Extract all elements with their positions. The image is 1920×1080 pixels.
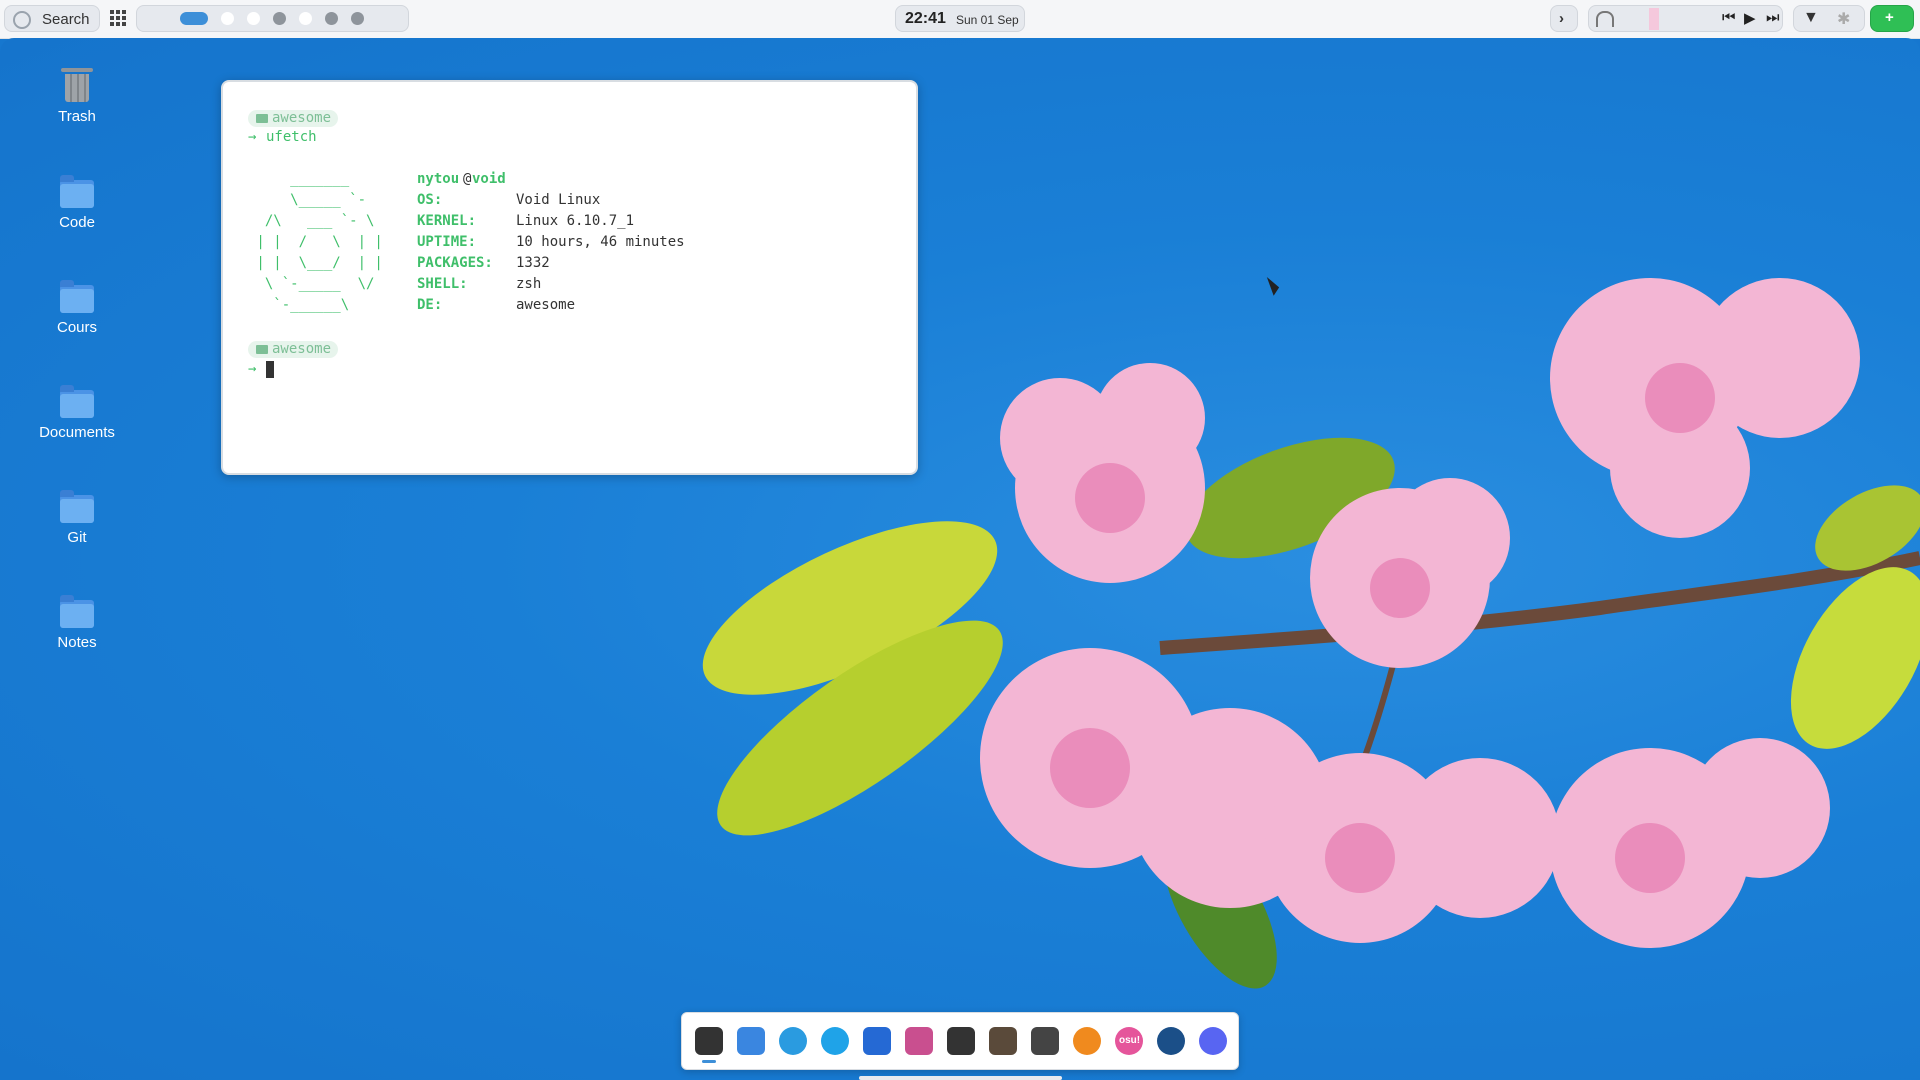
- clock-time: 22:41: [905, 10, 946, 27]
- tasks-app-icon[interactable]: [905, 1027, 933, 1055]
- workspace-5[interactable]: [299, 12, 312, 25]
- fetch-user: nytou: [417, 171, 460, 187]
- search-button[interactable]: Search: [4, 5, 100, 32]
- fetch-host: void: [472, 171, 506, 187]
- command-text: ufetch: [266, 129, 317, 145]
- next-icon[interactable]: ⏭: [1766, 9, 1780, 26]
- media-widget: ⏮ ▶ ⏭: [1588, 5, 1783, 32]
- workspace-2[interactable]: [221, 12, 234, 25]
- desktop-icon-label: Documents: [39, 424, 115, 441]
- search-label: Search: [42, 11, 90, 28]
- bluetooth-icon[interactable]: ✱: [1837, 9, 1850, 29]
- unity-app-icon[interactable]: [947, 1027, 975, 1055]
- workspace-6[interactable]: [325, 12, 338, 25]
- fetch-key: OS:: [417, 192, 443, 208]
- terminal-window[interactable]: awesome → ufetch _______ \_____ `- /\ __…: [221, 80, 918, 475]
- desktop-icon-trash[interactable]: Trash: [34, 68, 120, 125]
- play-icon[interactable]: ▶: [1744, 9, 1756, 27]
- desktop-icon-label: Notes: [57, 634, 97, 651]
- fetch-value: 1332: [516, 255, 550, 271]
- fetch-key: PACKAGES:: [417, 255, 493, 271]
- top-bar: Search 22:41 Sun 01 Sep › ⏮ ▶ ⏭ ▼ ✱ +: [0, 0, 1920, 39]
- headphones-icon[interactable]: [1596, 11, 1614, 27]
- desktop-icon-notes[interactable]: Notes: [34, 595, 120, 651]
- fetch-key: KERNEL:: [417, 213, 477, 229]
- screenshot-app-icon[interactable]: [1031, 1027, 1059, 1055]
- app-launcher-icon[interactable]: [110, 10, 126, 26]
- ascii-art-line: | | / \ | |: [248, 234, 383, 250]
- desktop-icon-cours[interactable]: Cours: [34, 280, 120, 336]
- fetch-value: awesome: [516, 297, 576, 313]
- dock-handle[interactable]: [859, 1076, 1062, 1080]
- fetch-key: UPTIME:: [417, 234, 477, 250]
- workspace-1[interactable]: [180, 12, 208, 25]
- blender-app-icon[interactable]: [1073, 1027, 1101, 1055]
- folder-icon: [60, 595, 94, 628]
- folder-icon: [60, 175, 94, 208]
- discord-app-icon[interactable]: [1199, 1027, 1227, 1055]
- folder-icon: [60, 280, 94, 313]
- desktop-icon-label: Cours: [56, 319, 97, 336]
- battery-indicator[interactable]: +: [1870, 5, 1914, 32]
- desktop-icon-documents[interactable]: Documents: [34, 385, 120, 441]
- prompt-directory: awesome: [248, 110, 339, 127]
- terminal-app-icon[interactable]: [695, 1027, 723, 1055]
- fetch-value: Void Linux: [516, 192, 601, 208]
- workspace-4[interactable]: [273, 12, 286, 25]
- fetch-key: SHELL:: [417, 276, 468, 292]
- ascii-art-line: \_____ `-: [248, 192, 367, 208]
- files-app-icon[interactable]: [737, 1027, 765, 1055]
- desktop-icon-label: Code: [59, 214, 95, 231]
- folder-icon: [60, 385, 94, 418]
- fetch-at: @: [463, 171, 472, 187]
- desktop-icon-label: Trash: [58, 108, 96, 125]
- fetch-key: DE:: [417, 297, 443, 313]
- osu-label: osu!: [1119, 1035, 1141, 1046]
- prompt-arrow: →: [248, 129, 257, 145]
- clock-date: Sun 01 Sep: [956, 13, 1019, 27]
- fetch-value: Linux 6.10.7_1: [516, 213, 635, 229]
- desktop-icon-label: Git: [67, 529, 87, 546]
- ascii-art-line: _______: [248, 171, 350, 187]
- ascii-art-line: `-______\: [248, 297, 350, 313]
- ascii-art-line: | | \___/ | |: [248, 255, 383, 271]
- text-editor-app-icon[interactable]: [863, 1027, 891, 1055]
- workspace-switcher: [136, 5, 409, 32]
- browser-app-icon[interactable]: [779, 1027, 807, 1055]
- desktop-icon-code[interactable]: Code: [34, 175, 120, 231]
- folder-icon: [60, 490, 94, 523]
- prompt-directory: awesome: [248, 341, 339, 358]
- media-player-app-icon[interactable]: [821, 1027, 849, 1055]
- wifi-icon[interactable]: ▼: [1803, 9, 1819, 27]
- search-icon: [13, 11, 31, 29]
- clock[interactable]: 22:41 Sun 01 Sep: [895, 5, 1025, 32]
- fetch-value: zsh: [516, 276, 542, 292]
- expand-tray-button[interactable]: ›: [1550, 5, 1578, 32]
- prompt-arrow: →: [248, 361, 257, 377]
- desktop-icon-git[interactable]: Git: [34, 490, 120, 546]
- previous-icon[interactable]: ⏮: [1722, 9, 1736, 26]
- network-widget: ▼ ✱: [1793, 5, 1865, 32]
- workspace-3[interactable]: [247, 12, 260, 25]
- gimp-app-icon[interactable]: [989, 1027, 1017, 1055]
- terminal-cursor: [266, 361, 274, 378]
- ascii-art-line: /\ ___ `- \: [248, 213, 375, 229]
- volume-level[interactable]: [1649, 8, 1659, 30]
- ascii-art-line: \ `-_____ \/: [248, 276, 375, 292]
- fetch-value: 10 hours, 46 minutes: [516, 234, 685, 250]
- trash-icon: [61, 68, 93, 102]
- dock: osu!: [681, 1012, 1239, 1070]
- steam-app-icon[interactable]: [1157, 1027, 1185, 1055]
- workspace-7[interactable]: [351, 12, 364, 25]
- osu-app-icon[interactable]: osu!: [1115, 1027, 1143, 1055]
- battery-charging-icon: +: [1885, 9, 1894, 26]
- active-app-indicator: [702, 1060, 716, 1063]
- chevron-right-icon: ›: [1559, 10, 1564, 27]
